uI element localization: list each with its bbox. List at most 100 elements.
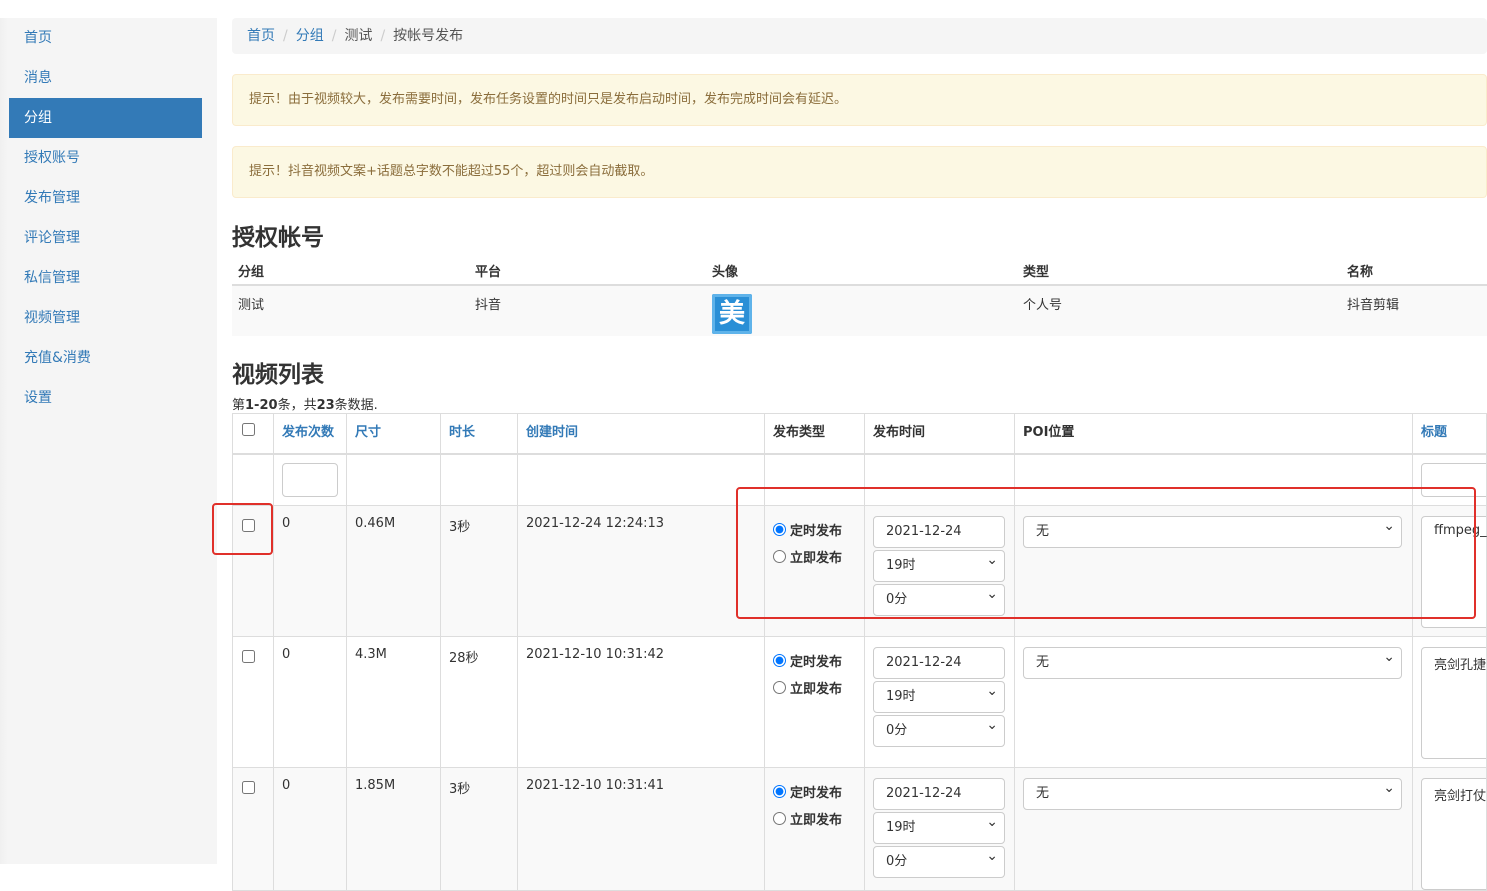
sidebar-item-label[interactable]: 授权账号 (24, 150, 80, 166)
poi-select[interactable]: 无 (1023, 773, 1402, 810)
scheduled-publish-radio[interactable] (773, 654, 786, 667)
sidebar-item-label[interactable]: 设置 (24, 390, 52, 406)
publish-hour-select[interactable]: 19时 (873, 676, 1005, 713)
row-checkbox[interactable] (242, 519, 255, 532)
sidebar-item-label[interactable]: 首页 (24, 30, 52, 46)
sort-duration[interactable]: 时长 (449, 425, 475, 440)
sidebar-item-label[interactable]: 消息 (24, 70, 52, 86)
sidebar-item-comment-management[interactable]: 评论管理 (9, 218, 202, 258)
breadcrumb-current: 按帐号发布 (393, 28, 464, 44)
video-size: 4.3M (346, 636, 441, 768)
sidebar-item-video-management[interactable]: 视频管理 (9, 298, 202, 338)
immediate-publish-option[interactable]: 立即发布 (773, 543, 856, 570)
scheduled-publish-option[interactable]: 定时发布 (773, 778, 856, 805)
table-row: 0 0.46M 3秒 2021-12-24 12:24:13 定时发布 立即发布… (232, 505, 1487, 637)
video-table: 发布次数 尺寸 时长 创建时间 发布类型 发布时间 POI位置 标题 0 0.4… (232, 413, 1487, 891)
immediate-publish-option[interactable]: 立即发布 (773, 674, 856, 701)
poi-select[interactable]: 无 (1023, 511, 1402, 548)
sidebar-item-settings[interactable]: 设置 (9, 378, 202, 418)
sidebar-item-recharge[interactable]: 充值&消费 (9, 338, 202, 378)
warning-alert-char-limit: 提示！抖音视频文案+话题总字数不能超过55个，超过则会自动截取。 (232, 146, 1487, 198)
radio-label: 立即发布 (790, 813, 843, 828)
warning-alert-upload-delay: 提示！由于视频较大，发布需要时间，发布任务设置的时间只是发布启动时间，发布完成时… (232, 74, 1487, 126)
summary-prefix: 第 (232, 398, 246, 413)
sidebar-menu: 首页 消息 分组 授权账号 发布管理 评论管理 私信管理 视频管理 充值&消费 … (9, 18, 202, 418)
sidebar-item-publish-management[interactable]: 发布管理 (9, 178, 202, 218)
sidebar-item-label[interactable]: 分组 (24, 110, 52, 126)
video-size: 1.85M (346, 767, 441, 891)
publish-count-filter-input[interactable] (282, 462, 338, 497)
immediate-publish-radio[interactable] (773, 550, 786, 563)
sidebar-item-home[interactable]: 首页 (9, 18, 202, 58)
breadcrumb: 首页 / 分组 / 测试 / 按帐号发布 (232, 18, 1487, 54)
publish-date-input[interactable]: 2021-12-24 (873, 778, 1005, 810)
breadcrumb-separator: / (331, 28, 337, 44)
breadcrumb-group-link[interactable]: 分组 (296, 28, 324, 44)
col-header-name: 名称 (1341, 256, 1487, 286)
account-row: 测试 抖音 美 个人号 抖音剪辑 (232, 285, 1487, 336)
sort-publish-count[interactable]: 发布次数 (282, 425, 334, 440)
account-group: 测试 (232, 285, 469, 336)
publish-date-input[interactable]: 2021-12-24 (873, 647, 1005, 679)
col-header-poi: POI位置 (1014, 413, 1413, 455)
account-table-header: 分组 平台 头像 类型 名称 (232, 256, 1487, 286)
publish-hour-select[interactable]: 19时 (873, 807, 1005, 844)
publish-minute-select[interactable]: 0分 (873, 841, 1005, 878)
sort-created-time[interactable]: 创建时间 (526, 425, 578, 440)
title-filter-input[interactable] (1421, 462, 1487, 497)
row-checkbox[interactable] (242, 650, 255, 663)
title-textarea[interactable]: ffmpeg_n (1421, 516, 1487, 628)
col-header-publish-type: 发布类型 (764, 413, 865, 455)
avatar: 美 (712, 294, 752, 334)
title-textarea[interactable]: 亮剑打仗 (1421, 778, 1487, 890)
sort-title[interactable]: 标题 (1421, 425, 1447, 440)
sidebar-item-label[interactable]: 评论管理 (24, 230, 80, 246)
video-section-title: 视频列表 (232, 362, 324, 388)
col-header-platform: 平台 (469, 256, 706, 286)
summary-total: 23 (316, 398, 335, 413)
sidebar-item-label[interactable]: 发布管理 (24, 190, 80, 206)
row-checkbox[interactable] (242, 781, 255, 794)
scheduled-publish-radio[interactable] (773, 785, 786, 798)
breadcrumb-test: 测试 (344, 28, 373, 44)
radio-label: 定时发布 (790, 524, 843, 539)
sidebar-item-authorized-accounts[interactable]: 授权账号 (9, 138, 202, 178)
title-textarea[interactable]: 亮剑孔捷 (1421, 647, 1487, 759)
sort-size[interactable]: 尺寸 (355, 425, 381, 440)
scheduled-publish-option[interactable]: 定时发布 (773, 516, 856, 543)
immediate-publish-radio[interactable] (773, 812, 786, 825)
sidebar-item-message-management[interactable]: 私信管理 (9, 258, 202, 298)
video-duration: 3秒 (440, 767, 518, 891)
immediate-publish-radio[interactable] (773, 681, 786, 694)
account-table: 分组 平台 头像 类型 名称 测试 抖音 美 个人号 抖音剪辑 (232, 256, 1487, 336)
sidebar-item-label[interactable]: 视频管理 (24, 310, 80, 326)
account-type: 个人号 (1017, 285, 1341, 336)
created-time: 2021-12-24 12:24:13 (517, 505, 765, 637)
sidebar-item-groups[interactable]: 分组 (9, 98, 202, 138)
select-all-checkbox[interactable] (242, 423, 255, 436)
filter-row (232, 453, 1487, 506)
publish-hour-select[interactable]: 19时 (873, 545, 1005, 582)
summary-range: 1-20 (245, 398, 278, 413)
account-name: 抖音剪辑 (1341, 285, 1487, 336)
breadcrumb-separator: / (380, 28, 386, 44)
radio-label: 定时发布 (790, 655, 843, 670)
sidebar: 首页 消息 分组 授权账号 发布管理 评论管理 私信管理 视频管理 充值&消费 … (0, 18, 217, 864)
breadcrumb-home-link[interactable]: 首页 (247, 28, 275, 44)
video-duration: 3秒 (440, 505, 518, 637)
publish-date-input[interactable]: 2021-12-24 (873, 516, 1005, 548)
publish-minute-select[interactable]: 0分 (873, 579, 1005, 616)
immediate-publish-option[interactable]: 立即发布 (773, 805, 856, 832)
scheduled-publish-option[interactable]: 定时发布 (773, 647, 856, 674)
publish-count: 0 (273, 636, 347, 768)
radio-label: 立即发布 (790, 551, 843, 566)
scheduled-publish-radio[interactable] (773, 523, 786, 536)
publish-minute-select[interactable]: 0分 (873, 710, 1005, 747)
poi-select[interactable]: 无 (1023, 642, 1402, 679)
pagination-summary: 第1-20条，共23条数据. (232, 394, 378, 413)
sidebar-item-label[interactable]: 私信管理 (24, 270, 80, 286)
summary-suffix: 条数据. (334, 398, 378, 413)
sidebar-item-messages[interactable]: 消息 (9, 58, 202, 98)
col-header-avatar: 头像 (706, 256, 1017, 286)
sidebar-item-label[interactable]: 充值&消费 (24, 350, 91, 366)
